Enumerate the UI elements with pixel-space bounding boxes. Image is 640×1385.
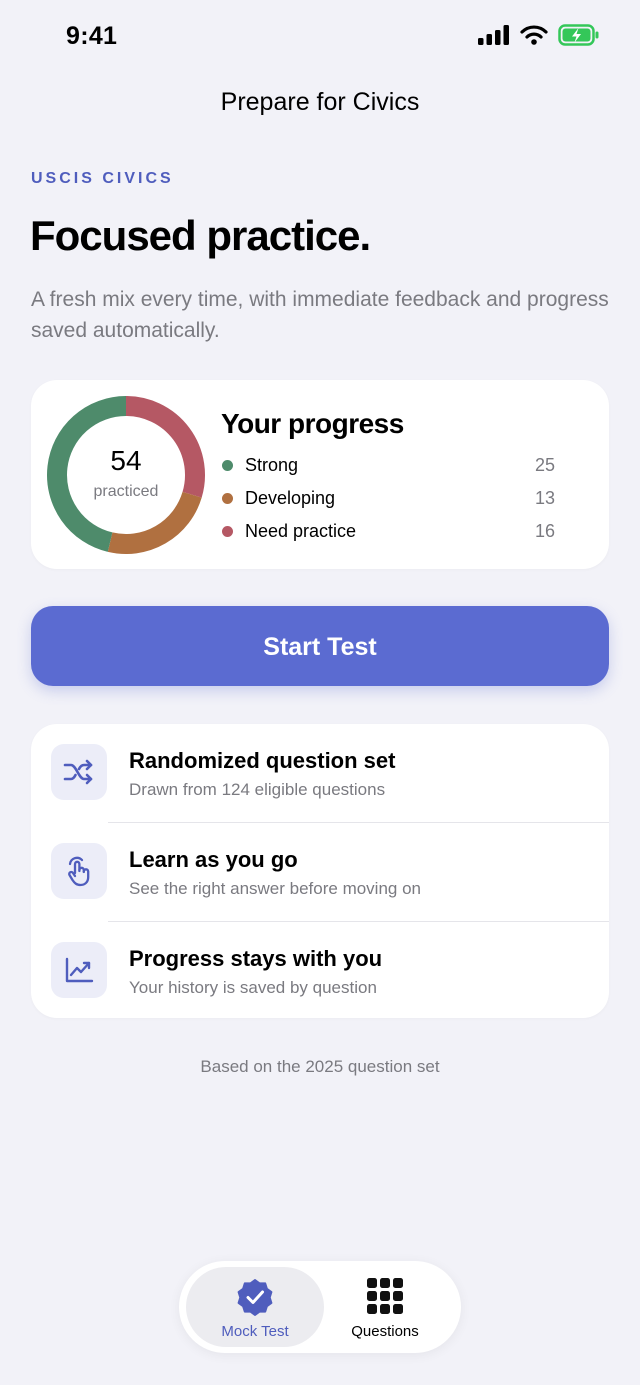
page-subtitle: A fresh mix every time, with immediate f… (31, 288, 609, 342)
trend-chart-icon (65, 957, 94, 983)
start-test-button[interactable]: Start Test (31, 606, 609, 686)
tab-questions[interactable]: Questions (316, 1267, 454, 1347)
grid-icon (367, 1278, 403, 1314)
feature-learn: Learn as you go See the right answer bef… (31, 823, 609, 921)
screen: 9:41 Prepare for Civics USCIS CIVICS Foc… (0, 0, 640, 1385)
legend-value: 13 (534, 488, 555, 508)
shuffle-icon (63, 759, 93, 785)
legend-dot-strong (222, 460, 233, 471)
feature-subtitle: Drawn from 124 eligible questions (129, 780, 386, 799)
check-badge-icon (237, 1279, 273, 1316)
eyebrow-label: USCIS CIVICS (31, 170, 174, 187)
hand-tap-icon (68, 856, 90, 887)
legend-label: Need practice (245, 521, 357, 541)
legend-row-developing: Developing 13 (221, 485, 557, 511)
feature-icon-tile (51, 843, 107, 899)
progress-card: 54 practiced Your progress Strong 25 Dev… (31, 380, 609, 569)
practiced-count: 54 (110, 445, 142, 476)
feature-title: Learn as you go (129, 847, 298, 872)
tab-bar: Mock Test Questions (179, 1261, 461, 1353)
feature-subtitle: See the right answer before moving on (129, 879, 422, 898)
legend-value: 16 (534, 521, 555, 541)
battery-charging-icon (558, 24, 599, 46)
status-bar: 9:41 (0, 0, 640, 72)
tab-mock-test[interactable]: Mock Test (186, 1267, 324, 1347)
legend-label: Strong (245, 455, 299, 475)
legend-value: 25 (534, 455, 555, 475)
status-icons (478, 24, 600, 46)
tab-label: Mock Test (221, 1323, 289, 1340)
practiced-label: practiced (93, 483, 159, 500)
feature-icon-tile (51, 942, 107, 998)
feature-subtitle: Your history is saved by question (129, 978, 377, 997)
feature-title: Randomized question set (129, 748, 396, 773)
tab-label: Questions (351, 1323, 419, 1340)
cellular-signal-icon (478, 25, 509, 45)
legend-dot-developing (222, 493, 233, 504)
features-card: Randomized question set Drawn from 124 e… (31, 724, 609, 1018)
status-time: 9:41 (66, 22, 118, 50)
legend-dot-need-practice (222, 526, 233, 537)
feature-progress: Progress stays with you Your history is … (31, 922, 609, 1020)
feature-title: Progress stays with you (129, 946, 383, 971)
feature-randomized: Randomized question set Drawn from 124 e… (31, 724, 609, 822)
page-title: Focused practice. (30, 212, 371, 259)
legend-row-strong: Strong 25 (221, 452, 557, 478)
question-set-footnote: Based on the 2025 question set (200, 1057, 440, 1076)
donut-center: 54 practiced (46, 395, 206, 555)
progress-title: Your progress (221, 408, 404, 439)
legend-row-need-practice: Need practice 16 (221, 518, 557, 544)
legend-label: Developing (245, 488, 336, 508)
nav-title: Prepare for Civics (220, 88, 420, 116)
feature-icon-tile (51, 744, 107, 800)
wifi-icon (520, 25, 548, 45)
